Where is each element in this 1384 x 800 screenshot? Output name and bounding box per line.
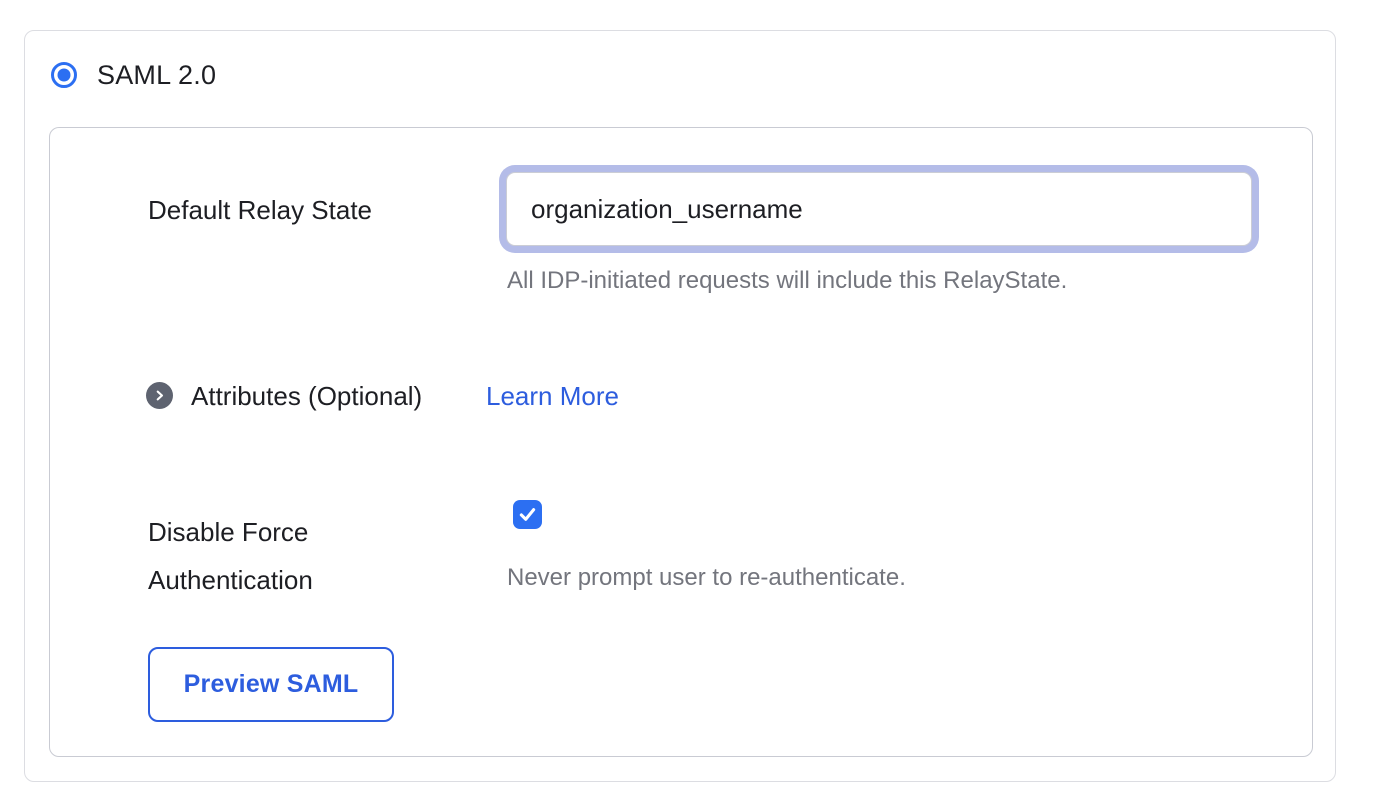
learn-more-link[interactable]: Learn More [486, 382, 619, 410]
force-auth-checkbox[interactable] [513, 500, 542, 529]
chevron-right-circle-icon[interactable] [146, 382, 173, 409]
checkmark-icon [517, 504, 538, 525]
relay-state-label: Default Relay State [148, 196, 372, 224]
saml-radio-label: SAML 2.0 [97, 60, 216, 90]
preview-saml-button[interactable]: Preview SAML [148, 647, 394, 722]
saml-settings-panel: Default Relay State All IDP-initiated re… [49, 127, 1313, 757]
relay-state-help-text: All IDP-initiated requests will include … [507, 267, 1067, 295]
relay-state-input-focus-ring [499, 165, 1259, 253]
saml-radio[interactable] [51, 62, 77, 88]
force-auth-help-text: Never prompt user to re-authenticate. [507, 564, 906, 592]
relay-state-input[interactable] [506, 172, 1252, 246]
saml-option-card: SAML 2.0 Default Relay State All IDP-ini… [24, 30, 1336, 782]
radio-selected-icon [58, 69, 71, 82]
attributes-section-label: Attributes (Optional) [191, 382, 422, 410]
force-auth-label: Disable Force Authentication [148, 508, 448, 604]
